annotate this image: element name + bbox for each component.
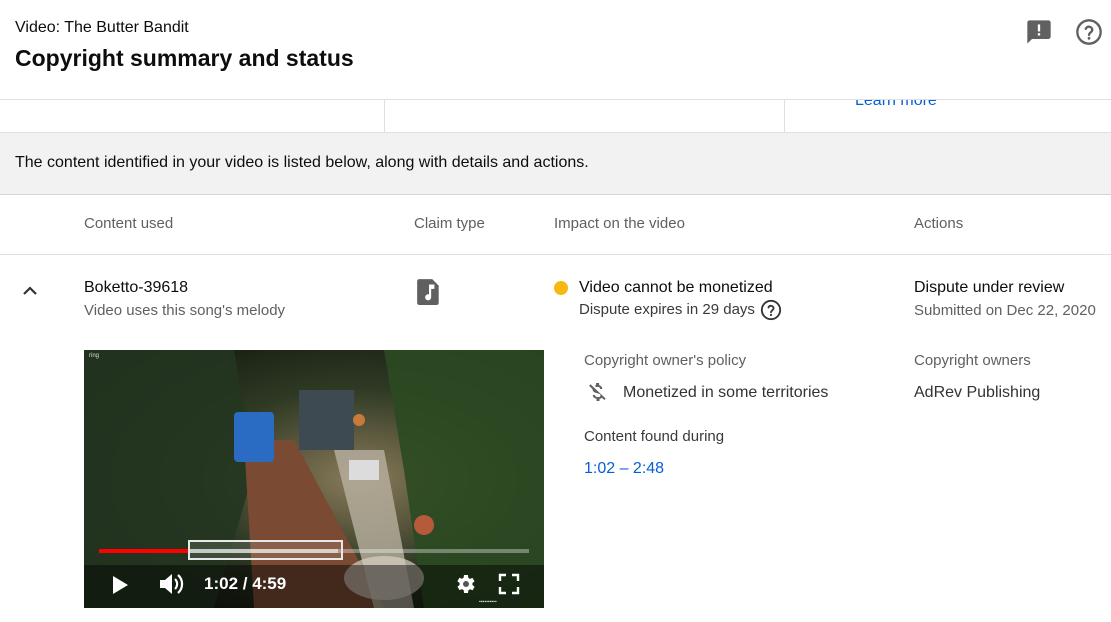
page-header: Video: The Butter Bandit Copyright summa… bbox=[0, 0, 1111, 100]
owners-value: AdRev Publishing bbox=[914, 384, 1041, 401]
impact-status: Video cannot be monetized bbox=[579, 279, 773, 296]
video-label: Video: The Butter Bandit bbox=[15, 19, 189, 36]
ring-watermark: ring bbox=[89, 353, 100, 359]
time-display: 1:02 / 4:59 bbox=[204, 574, 287, 593]
progress-played bbox=[99, 549, 188, 553]
policy-label: Copyright owner's policy bbox=[584, 352, 747, 369]
seek-preview bbox=[188, 540, 343, 560]
action-detail: Submitted on Dec 22, 2020 bbox=[914, 302, 1096, 319]
volume-icon[interactable] bbox=[158, 571, 186, 597]
found-range-link[interactable]: 1:02 – 2:48 bbox=[584, 460, 664, 478]
page-title: Copyright summary and status bbox=[15, 45, 354, 71]
video-player[interactable]: ring ▪▪▪▪▪▪▪▪▪▪ 1:02 / 4:59 bbox=[84, 350, 544, 608]
help-circle-icon[interactable] bbox=[760, 299, 782, 321]
card-divider bbox=[384, 100, 385, 132]
fullscreen-icon[interactable] bbox=[498, 573, 520, 595]
found-label: Content found during bbox=[584, 428, 725, 445]
summary-cards: Learn more bbox=[0, 100, 1111, 133]
column-content-used: Content used bbox=[84, 215, 174, 232]
play-icon[interactable] bbox=[110, 574, 130, 596]
column-actions: Actions bbox=[914, 215, 964, 232]
money-off-icon bbox=[589, 383, 606, 401]
video-frame bbox=[84, 350, 544, 608]
claim-title: Boketto-39618 bbox=[84, 279, 189, 296]
info-text: The content identified in your video is … bbox=[15, 154, 589, 171]
policy-value: Monetized in some territories bbox=[623, 384, 829, 401]
table-header: Content used Claim type Impact on the vi… bbox=[0, 195, 1111, 255]
claim-row: Boketto-39618 Video uses this song's mel… bbox=[0, 255, 1111, 622]
learn-more-link[interactable]: Learn more bbox=[855, 100, 937, 110]
impact-detail: Dispute expires in 29 days bbox=[579, 300, 755, 318]
action-status: Dispute under review bbox=[914, 279, 1065, 296]
card-divider bbox=[784, 100, 785, 132]
column-impact: Impact on the video bbox=[554, 215, 685, 232]
settings-gear-icon[interactable] bbox=[453, 572, 477, 596]
owners-label: Copyright owners bbox=[914, 352, 1031, 369]
info-banner: The content identified in your video is … bbox=[0, 133, 1111, 195]
column-claim-type: Claim type bbox=[414, 215, 485, 232]
claim-subtitle: Video uses this song's melody bbox=[84, 302, 286, 319]
help-circle-icon[interactable] bbox=[1075, 18, 1103, 46]
status-dot bbox=[554, 281, 568, 295]
video-watermark: ▪▪▪▪▪▪▪▪▪▪ bbox=[479, 599, 497, 605]
chevron-up-icon[interactable] bbox=[18, 279, 42, 303]
feedback-icon[interactable] bbox=[1025, 18, 1053, 46]
impact-detail-row: Dispute expires in 29 days bbox=[579, 299, 782, 321]
music-note-icon bbox=[417, 279, 439, 305]
